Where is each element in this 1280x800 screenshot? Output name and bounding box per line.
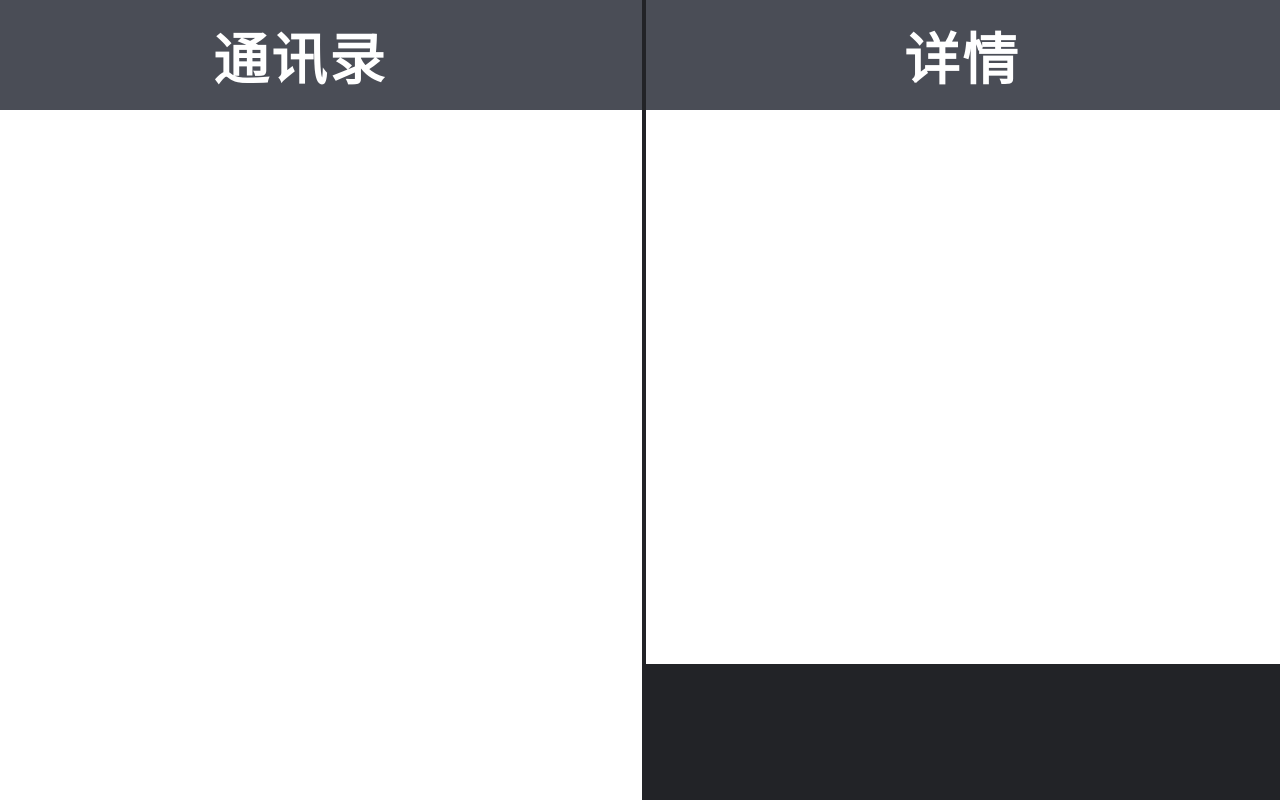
detail-content — [646, 110, 1280, 664]
contacts-title: 通讯录 — [214, 27, 388, 93]
contacts-list[interactable] — [0, 110, 642, 800]
detail-pane: 详情 — [646, 0, 1280, 800]
detail-title: 详情 — [905, 27, 1021, 93]
detail-header: 详情 — [646, 0, 1280, 110]
app-window: 通讯录 详情 — [0, 0, 1280, 800]
detail-footer — [646, 664, 1280, 800]
contacts-pane: 通讯录 — [0, 0, 642, 800]
contacts-header: 通讯录 — [0, 0, 642, 110]
